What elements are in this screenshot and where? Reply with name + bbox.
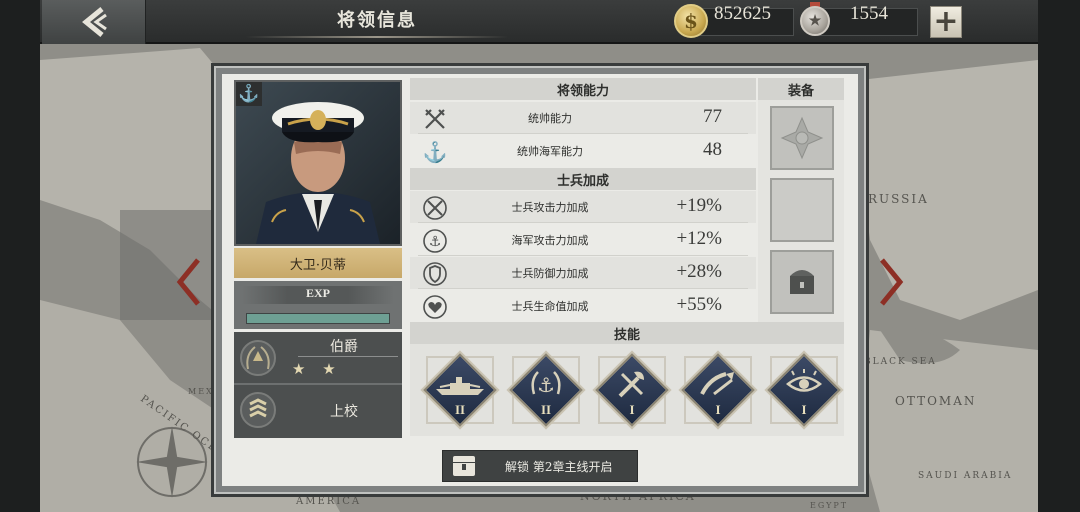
skill-battleship[interactable]: II bbox=[420, 350, 497, 427]
ability-row-command: 统帅能力 77 bbox=[410, 102, 756, 134]
equipment-slot-medal[interactable] bbox=[770, 106, 834, 170]
bonus-label: 士兵攻击力加成 bbox=[511, 201, 589, 214]
back-arrow-icon bbox=[81, 7, 107, 37]
map-label-black-sea: BLACK SEA bbox=[864, 357, 937, 367]
noble-divider bbox=[298, 356, 398, 357]
add-currency-button[interactable]: + bbox=[930, 6, 962, 38]
colonel-chevron-icon bbox=[240, 392, 276, 428]
bonus-value: +55% bbox=[676, 294, 722, 315]
anchor-icon: ⚓ bbox=[422, 140, 448, 164]
bonus-value: +12% bbox=[676, 228, 722, 249]
back-button[interactable] bbox=[42, 0, 146, 44]
iron-cross-icon bbox=[780, 116, 824, 160]
gold-coin-icon: $ bbox=[674, 4, 708, 38]
navy-anchor-badge: ⚓ bbox=[236, 82, 262, 106]
bonus-label: 士兵生命值加成 bbox=[511, 300, 589, 313]
officer-portrait-image bbox=[236, 82, 400, 244]
skill-level: I bbox=[801, 402, 807, 417]
soldier-bonus-header: 士兵加成 bbox=[410, 168, 756, 190]
svg-text:⚓: ⚓ bbox=[537, 373, 555, 397]
ability-label: 统帅海军能力 bbox=[517, 145, 583, 158]
equipment-slot-locked[interactable] bbox=[770, 250, 834, 314]
map-label-egypt: EGYPT bbox=[810, 501, 848, 510]
equipment-slot-empty[interactable] bbox=[770, 178, 834, 242]
military-rank: 上校 bbox=[330, 404, 358, 420]
crossed-swords-icon bbox=[422, 106, 448, 132]
ability-value: 48 bbox=[703, 139, 722, 160]
bonus-row-naval-attack: ⚓ 海军攻击力加成 +12% bbox=[410, 224, 756, 256]
skill-level: I bbox=[629, 402, 635, 417]
general-name: 大卫·贝蒂 bbox=[234, 248, 402, 278]
unlock-chapter-bar[interactable]: 解锁 第2章主线开启 bbox=[442, 450, 638, 482]
health-icon bbox=[422, 294, 448, 320]
exp-label: EXP bbox=[306, 286, 330, 300]
bonus-value: +28% bbox=[676, 261, 722, 282]
bonus-label: 海军攻击力加成 bbox=[511, 234, 589, 247]
ability-value: 77 bbox=[703, 106, 722, 127]
ability-row-naval-command: ⚓ 统帅海军能力 48 bbox=[410, 135, 756, 167]
attack-bonus-icon bbox=[422, 195, 448, 221]
map-label-russia: RUSSIA bbox=[868, 192, 929, 206]
unlock-text: 解锁 第2章主线开启 bbox=[505, 459, 613, 474]
medal-icon: ★ bbox=[800, 6, 830, 36]
chest-lock-icon bbox=[790, 270, 814, 294]
chest-lock-icon bbox=[453, 456, 475, 476]
noble-laurel-icon bbox=[240, 340, 276, 376]
bonus-label: 士兵防御力加成 bbox=[511, 267, 589, 280]
noble-stars: ★ ★ bbox=[292, 360, 342, 378]
previous-general-arrow[interactable] bbox=[176, 258, 200, 306]
bonus-value: +19% bbox=[676, 195, 722, 216]
medal-amount: 1554 bbox=[850, 3, 888, 24]
exp-bar bbox=[246, 313, 390, 324]
noble-title: 伯爵 bbox=[330, 339, 358, 355]
skill-cannon[interactable]: I bbox=[678, 350, 755, 427]
bonus-row-health: 士兵生命值加成 +55% bbox=[410, 290, 756, 322]
bonus-row-attack: 士兵攻击力加成 +19% bbox=[410, 191, 756, 223]
rank-box: 伯爵 ★ ★ 上校 bbox=[234, 332, 402, 438]
map-label-america: AMERICA bbox=[295, 496, 361, 507]
svg-text:⚓: ⚓ bbox=[429, 234, 442, 250]
map-label-saudi-arabia: SAUDI ARABIA bbox=[918, 471, 1012, 481]
naval-attack-icon: ⚓ bbox=[422, 228, 448, 254]
skill-eye[interactable]: I bbox=[764, 350, 841, 427]
skill-level: I bbox=[715, 402, 721, 417]
next-general-arrow[interactable] bbox=[880, 258, 904, 306]
abilities-header: 将领能力 bbox=[410, 78, 756, 100]
skill-anchor-wreath[interactable]: ⚓ II bbox=[506, 350, 583, 427]
bonus-row-defense: 士兵防御力加成 +28% bbox=[410, 257, 756, 289]
equipment-header: 装备 bbox=[758, 78, 844, 100]
title-underline bbox=[246, 36, 508, 38]
exp-box: EXP bbox=[234, 281, 402, 329]
map-label-ottoman: OTTOMAN bbox=[895, 394, 976, 408]
skill-level: II bbox=[454, 402, 466, 417]
ability-label: 统帅能力 bbox=[528, 112, 572, 125]
skill-level: II bbox=[540, 402, 552, 417]
rank-divider bbox=[234, 383, 402, 385]
exp-bar-fill bbox=[247, 314, 389, 323]
gold-amount: 852625 bbox=[714, 3, 771, 24]
defense-icon bbox=[422, 261, 448, 287]
page-title: 将领信息 bbox=[337, 10, 417, 31]
skills-header: 技能 bbox=[410, 322, 844, 344]
skill-tools[interactable]: I bbox=[592, 350, 669, 427]
